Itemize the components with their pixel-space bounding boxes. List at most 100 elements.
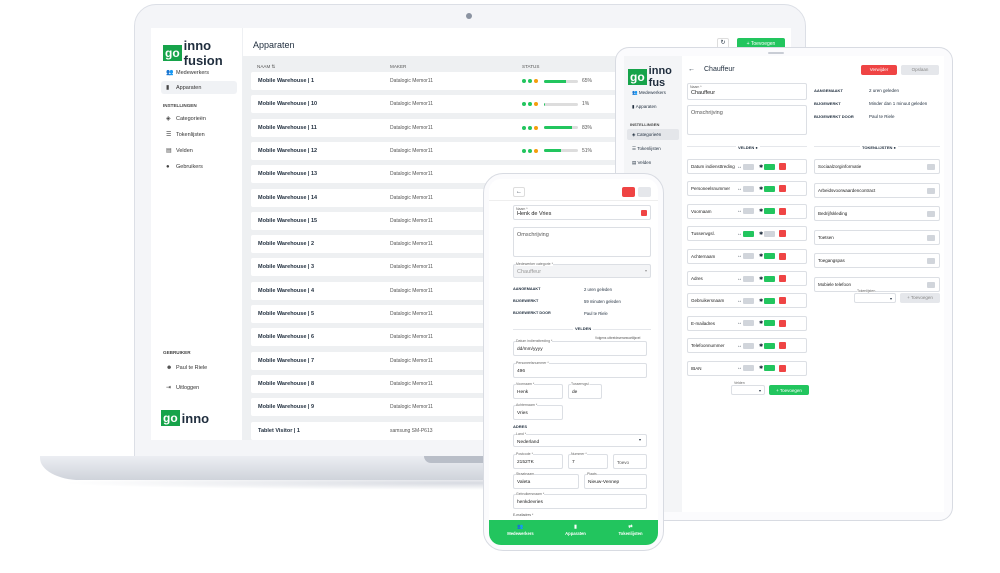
arrows-icon: ↔	[737, 185, 742, 192]
delete-button[interactable]	[622, 187, 635, 197]
required-toggle[interactable]	[743, 208, 754, 215]
required-toggle[interactable]	[743, 275, 754, 282]
visible-toggle[interactable]	[764, 297, 776, 304]
visible-toggle[interactable]	[764, 320, 776, 327]
category-select[interactable]: Medewerker categorie * Chauffeur ▾	[513, 262, 651, 278]
field-row[interactable]: Achternaam ↔ ✱	[687, 248, 807, 264]
tokenlists-select[interactable]: Tokenlijsten ▾	[854, 289, 896, 303]
logout-button[interactable]: ⇥ Uitloggen	[161, 381, 199, 394]
field-row[interactable]: Tussenvgsl. ↔ ✱	[687, 226, 807, 242]
user-profile[interactable]: ☻ Paul te Riele	[161, 361, 207, 374]
field-row[interactable]: Gebruikersnaam ↔ ✱	[687, 293, 807, 309]
remove-icon[interactable]	[927, 258, 935, 264]
infix-field[interactable]: Tussenvgsl. de	[568, 382, 602, 399]
name-field[interactable]: Naam * Henk de Vries	[513, 205, 651, 220]
save-button[interactable]	[638, 187, 651, 197]
addition-field[interactable]: Toevo	[613, 454, 647, 469]
user-field[interactable]: Gebruikersnaam * henkdevries	[513, 492, 647, 509]
close-icon[interactable]	[779, 319, 787, 327]
tokenlist-row[interactable]: Toegangspas	[814, 253, 940, 268]
fields-select[interactable]: Velden ▾	[731, 381, 765, 395]
description-field[interactable]: Omschrijving	[687, 105, 807, 135]
required-toggle[interactable]	[743, 230, 754, 237]
required-toggle[interactable]	[743, 342, 754, 349]
house-field[interactable]: Nummer * 7	[568, 452, 608, 469]
save-button[interactable]: Opslaan	[901, 65, 939, 75]
add-tokenlist-button[interactable]: + Toevoegen	[900, 293, 940, 303]
sidebar-item-medewerkers[interactable]: 👥 Medewerkers	[161, 66, 237, 79]
remove-icon[interactable]	[927, 211, 935, 217]
required-toggle[interactable]	[743, 253, 754, 260]
zip-field[interactable]: Postcode * 2152TK	[513, 452, 563, 469]
close-icon[interactable]	[779, 342, 787, 350]
last-field[interactable]: Achternaam * Vries	[513, 403, 563, 420]
country-field[interactable]: Land * Nederland	[513, 432, 647, 447]
name-field[interactable]: Naam * Chauffeur	[687, 83, 807, 100]
visible-toggle[interactable]	[764, 230, 776, 237]
remove-icon[interactable]	[927, 164, 935, 170]
required-toggle[interactable]	[743, 320, 754, 327]
nav-label: Apparaten	[635, 104, 657, 109]
field-row[interactable]: Voornaam ↔ ✱	[687, 203, 807, 219]
remove-icon[interactable]	[927, 187, 935, 194]
tab-tokenlijsten[interactable]: ⇄ Tokenlijsten	[603, 523, 658, 536]
visible-toggle[interactable]	[764, 365, 776, 372]
field-row[interactable]: Adres ↔ ✱	[687, 271, 807, 286]
tokenlist-row[interactable]: Sociaalzorginformatie	[814, 159, 940, 174]
close-icon[interactable]	[779, 297, 787, 305]
close-icon[interactable]	[779, 364, 787, 372]
tokenlist-row[interactable]: Bedrijfskleding	[814, 206, 940, 221]
close-icon[interactable]	[779, 252, 787, 260]
sidebar-item-medewerkers[interactable]: 👥 Medewerkers	[632, 90, 666, 96]
date-field[interactable]: Datum indiensttreding * dd/mm/yyyy	[513, 339, 647, 356]
remove-icon[interactable]	[927, 234, 935, 241]
back-button[interactable]: ←	[688, 66, 695, 73]
sidebar-item-tokenlijsten[interactable]: ☰ Tokenlijsten	[161, 128, 237, 141]
sidebar-item-apparaten[interactable]: ▮ Apparaten	[632, 104, 657, 110]
tokenlist-row[interactable]: Arbeidsvoorwaardencontract	[814, 182, 940, 198]
close-icon[interactable]	[779, 275, 787, 282]
close-icon[interactable]	[779, 230, 787, 238]
visible-toggle[interactable]	[764, 208, 776, 215]
description-field[interactable]: Omschrijving	[513, 227, 651, 257]
first-field[interactable]: Voornaam * Henk	[513, 382, 563, 399]
field-row[interactable]: E-mailadres ↔ ✱	[687, 315, 807, 331]
close-icon[interactable]	[779, 163, 787, 170]
visible-toggle[interactable]	[764, 275, 776, 282]
staff-field[interactable]: Personeelsnummer * 496	[513, 361, 647, 378]
visible-toggle[interactable]	[764, 163, 776, 170]
sidebar-item-gebruikers[interactable]: ● Gebruikers	[161, 160, 237, 173]
tab-medewerkers[interactable]: 👥 Medewerkers	[493, 523, 548, 536]
field-row[interactable]: IBAN ↔ ✱	[687, 360, 807, 376]
visible-toggle[interactable]	[764, 342, 776, 349]
close-icon[interactable]	[779, 207, 787, 215]
sidebar-item-velden[interactable]: ▤ Velden	[632, 160, 651, 166]
city-field[interactable]: Plaats Nieuw-Vennep	[584, 472, 647, 489]
field-row[interactable]: Personeelsnummer ↔ ✱	[687, 181, 807, 197]
sidebar-item-tokenlijsten[interactable]: ☰ Tokenlijsten	[632, 146, 661, 152]
column-name[interactable]: NAAM ⇅	[257, 64, 275, 70]
visible-toggle[interactable]	[764, 253, 776, 260]
delete-button[interactable]: Verwijder	[861, 65, 897, 75]
tokenlist-row[interactable]: Mobiele telefoon	[814, 276, 940, 292]
sidebar-item-categorieen[interactable]: ◈ Categorieën	[161, 112, 237, 125]
required-toggle[interactable]	[743, 365, 754, 372]
field-row[interactable]: Telefoonnummer ↔ ✱	[687, 338, 807, 354]
remove-icon[interactable]	[927, 281, 935, 288]
required-toggle[interactable]	[743, 185, 754, 192]
tab-apparaten[interactable]: ▮ Apparaten	[548, 523, 603, 536]
sidebar-item-velden[interactable]: ▤ Velden	[161, 144, 237, 157]
sidebar-item-apparaten[interactable]: ▮ Apparaten	[161, 81, 237, 94]
required-toggle[interactable]	[743, 163, 754, 170]
street-field[interactable]: Straatnaam Valeta	[513, 472, 579, 489]
close-icon[interactable]	[779, 185, 787, 193]
clear-icon[interactable]	[641, 210, 647, 216]
back-button[interactable]: ←	[513, 187, 525, 197]
nav-label: Medewerkers	[176, 69, 210, 76]
visible-toggle[interactable]	[764, 185, 776, 192]
required-toggle[interactable]	[743, 297, 754, 304]
tokenlist-row[interactable]: Toetsen	[814, 229, 940, 245]
field-row[interactable]: Datum indiensttreding ↔ ✱	[687, 159, 807, 174]
add-field-button[interactable]: + Toevoegen	[769, 385, 809, 395]
sidebar-item-categorieen[interactable]: ◈ Categorieën	[627, 129, 679, 140]
